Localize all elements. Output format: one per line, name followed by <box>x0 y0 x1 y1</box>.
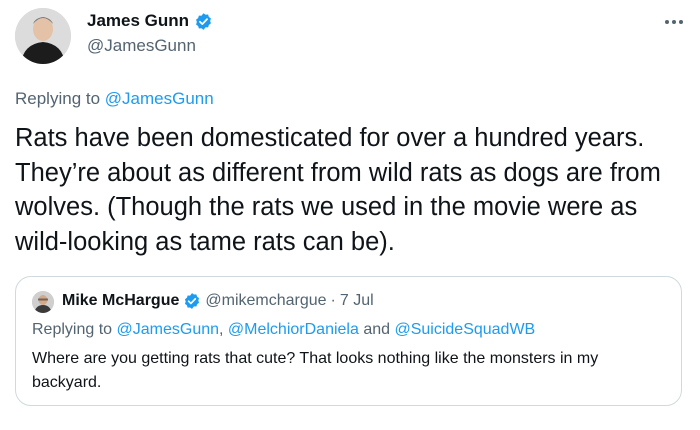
quoted-tweet-text: Where are you getting rats that cute? Th… <box>32 350 599 391</box>
verified-badge-icon <box>183 292 201 310</box>
profile-photo-icon <box>15 8 71 64</box>
author-avatar[interactable] <box>15 8 71 64</box>
mention-link[interactable]: @SuicideSquadWB <box>394 321 535 338</box>
dot-separator: · <box>330 292 336 309</box>
replying-mention-link[interactable]: @JamesGunn <box>105 89 214 108</box>
quoted-tweet-header: Mike McHargue @mikemchargue · 7 Jul <box>62 292 374 310</box>
mention-link[interactable]: @JamesGunn <box>117 321 220 338</box>
quoted-author-avatar[interactable] <box>32 291 54 313</box>
replying-to: Replying to @JamesGunn <box>15 89 214 109</box>
quoted-author-name[interactable]: Mike McHargue <box>62 292 179 310</box>
mention-separator: , <box>219 321 228 338</box>
mention-separator: and <box>358 321 395 338</box>
quoted-tweet[interactable]: Mike McHargue @mikemchargue · 7 Jul Repl… <box>15 276 682 406</box>
mention-link[interactable]: @MelchiorDaniela <box>228 321 359 338</box>
author-name-label: James Gunn <box>87 11 190 30</box>
tweet-text: Rats have been domesticated for over a h… <box>15 124 661 256</box>
quoted-replying-prefix: Replying to <box>32 321 117 338</box>
quoted-tweet-date[interactable]: 7 Jul <box>340 292 374 310</box>
author-name[interactable]: James Gunn <box>87 11 213 31</box>
quoted-replying-to: Replying to @JamesGunn, @MelchiorDaniela… <box>32 321 535 339</box>
profile-photo-icon <box>32 291 54 313</box>
quoted-author-handle[interactable]: @mikemchargue <box>205 292 326 310</box>
more-horizontal-icon[interactable] <box>660 12 688 32</box>
verified-badge-icon <box>194 12 213 31</box>
author-handle[interactable]: @JamesGunn <box>87 36 196 56</box>
replying-prefix: Replying to <box>15 89 105 108</box>
